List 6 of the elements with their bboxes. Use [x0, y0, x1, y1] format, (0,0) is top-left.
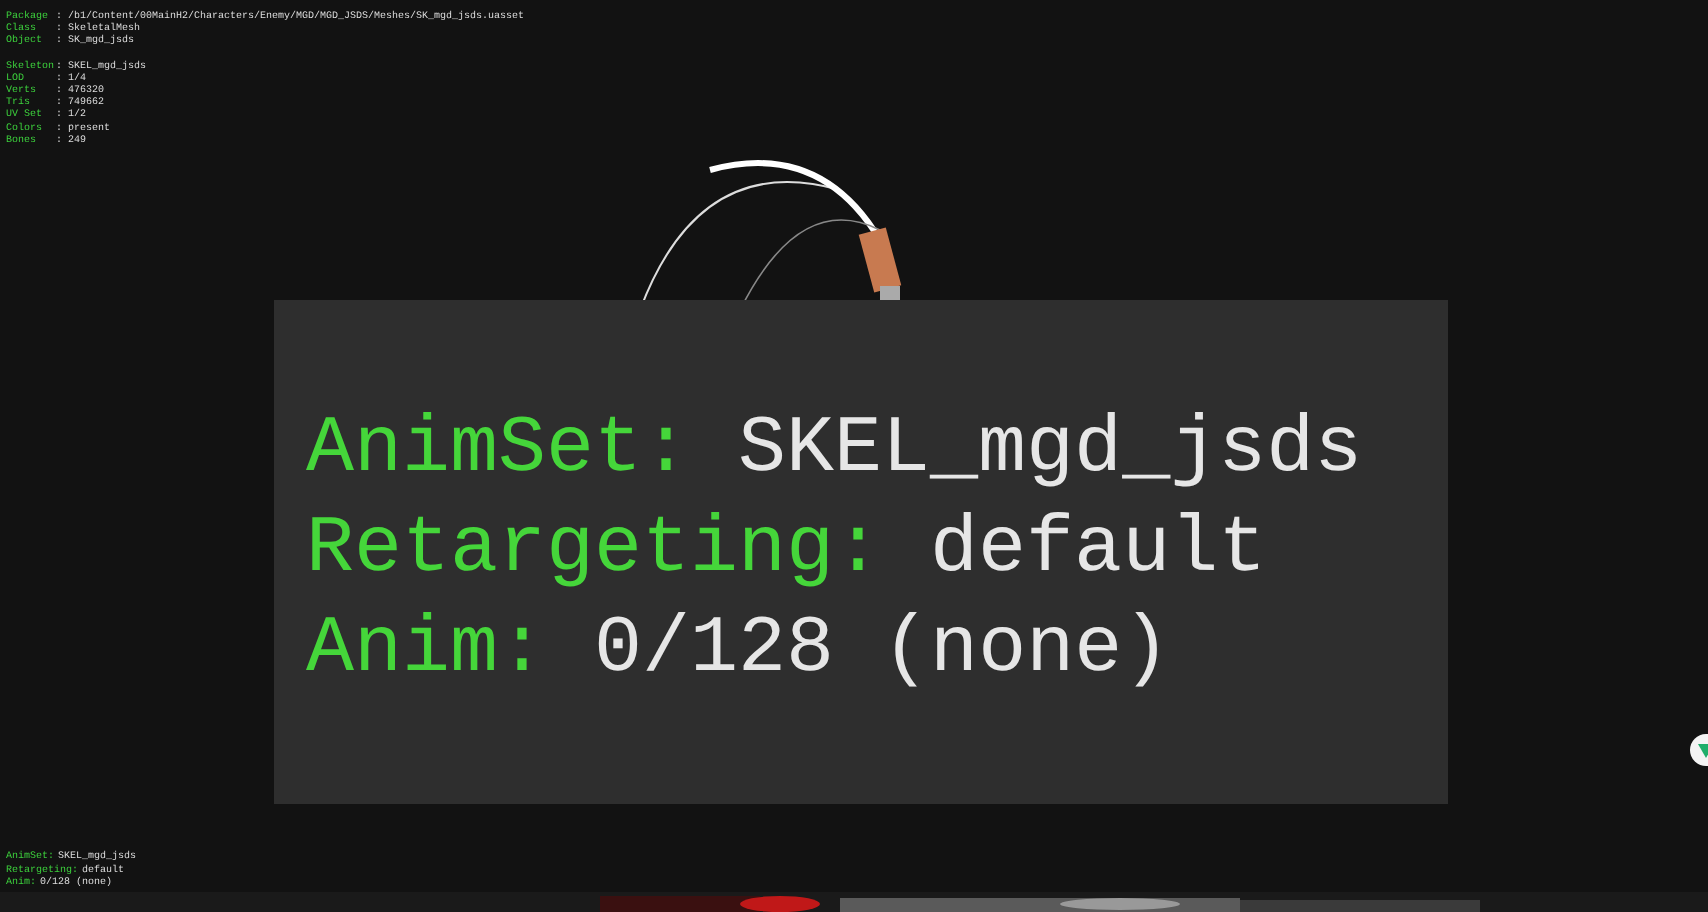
anim-value: default	[930, 504, 1267, 600]
anim-value: SKEL_mgd_jsds	[738, 404, 1363, 500]
anim-label: Retargeting:	[306, 504, 883, 600]
anim-value: 0/128 (none)	[594, 604, 1171, 700]
anim-label: AnimSet:	[306, 404, 691, 500]
anim-label: Anim:	[306, 604, 547, 700]
